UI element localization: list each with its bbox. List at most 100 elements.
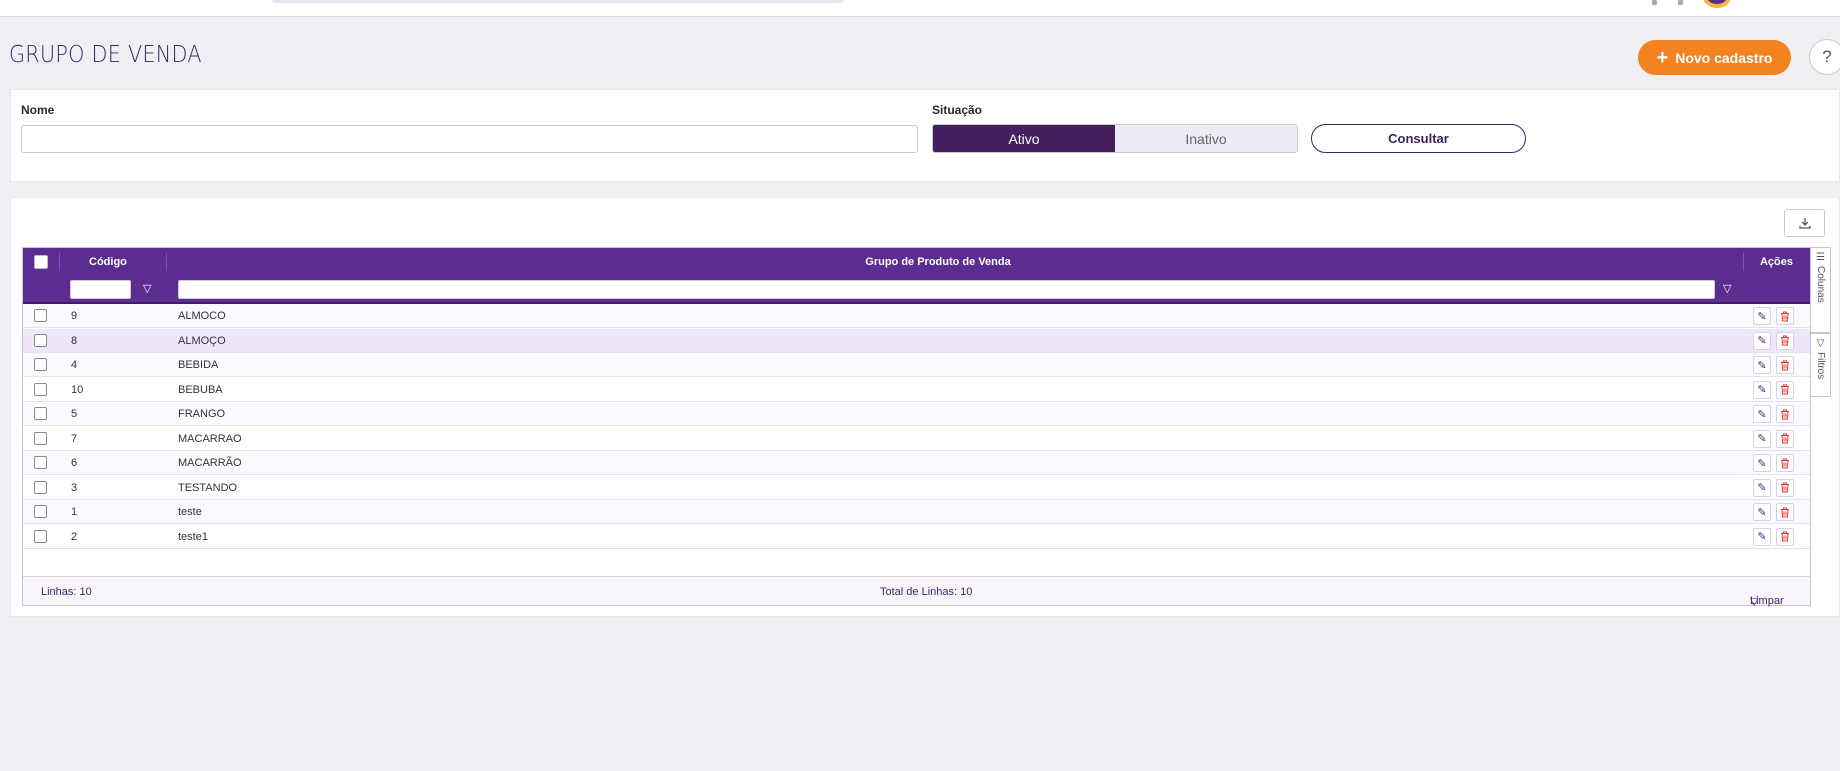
row-checkbox[interactable] xyxy=(34,382,47,396)
pencil-icon: ✎ xyxy=(1757,531,1767,543)
row-checkbox[interactable] xyxy=(34,505,47,518)
edit-button[interactable]: ✎ xyxy=(1753,429,1771,448)
table-row[interactable]: 5 FRANGO ✎ xyxy=(23,402,1810,426)
row-name: TESTANDO xyxy=(178,481,238,494)
table-row[interactable]: 10 BEBUBA ✎ xyxy=(23,377,1810,402)
row-checkbox[interactable] xyxy=(34,358,47,371)
table-row[interactable]: 6 MACARRÃO ✎ xyxy=(23,451,1810,475)
row-checkbox[interactable] xyxy=(34,480,47,494)
table-row[interactable]: 8 ALMOÇO ✎ xyxy=(23,328,1810,353)
global-search-input[interactable] xyxy=(272,0,844,3)
edit-button[interactable]: ✎ xyxy=(1753,331,1771,350)
pencil-icon: ✎ xyxy=(1757,384,1767,396)
table-row[interactable]: 7 MACARRAO ✎ xyxy=(23,426,1810,451)
filters-tab[interactable]: ▽ Filtros xyxy=(1811,333,1831,397)
row-code: 2 xyxy=(71,530,78,543)
new-record-button[interactable]: + Novo cadastro xyxy=(1638,40,1791,75)
export-button[interactable] xyxy=(1784,209,1825,237)
row-name: MACARRAO xyxy=(178,432,242,445)
edit-button[interactable]: ✎ xyxy=(1753,307,1771,325)
pencil-icon: ✎ xyxy=(1757,433,1767,445)
select-all-checkbox[interactable] xyxy=(34,255,48,269)
delete-button[interactable] xyxy=(1776,331,1794,350)
pencil-icon: ✎ xyxy=(1757,482,1767,494)
name-input[interactable] xyxy=(21,125,918,153)
row-code: 3 xyxy=(71,481,78,494)
data-grid: Código Grupo de Produto de Venda Ações ▽… xyxy=(22,247,1811,608)
delete-button[interactable] xyxy=(1776,503,1794,521)
situation-option-ativo[interactable]: Ativo xyxy=(933,125,1115,152)
side-tool-panel: ☰ Colunas ▽ Filtros xyxy=(1811,247,1831,397)
columns-icon: ☰ xyxy=(1816,252,1825,263)
row-checkbox[interactable] xyxy=(34,333,47,347)
edit-button[interactable]: ✎ xyxy=(1753,380,1771,399)
row-code: 7 xyxy=(71,432,78,445)
row-checkbox[interactable] xyxy=(34,529,47,543)
delete-button[interactable] xyxy=(1776,527,1794,546)
delete-button[interactable] xyxy=(1776,307,1794,325)
pencil-icon: ✎ xyxy=(1757,310,1767,323)
edit-button[interactable]: ✎ xyxy=(1753,527,1771,546)
column-header-name[interactable]: Grupo de Produto de Venda xyxy=(166,248,1710,276)
edit-button[interactable]: ✎ xyxy=(1753,454,1771,472)
table-row[interactable]: 3 TESTANDO ✎ xyxy=(23,475,1810,500)
grid-filter-row: ▽ ▽ xyxy=(23,276,1810,304)
edit-button[interactable]: ✎ xyxy=(1753,503,1771,521)
trash-icon xyxy=(1781,360,1789,370)
pencil-icon: ✎ xyxy=(1757,506,1767,519)
columns-tab[interactable]: ☰ Colunas xyxy=(1811,247,1831,333)
trash-icon xyxy=(1781,482,1789,493)
page-title: GRUPO DE VENDA xyxy=(9,42,202,68)
delete-button[interactable] xyxy=(1776,380,1794,399)
row-code: 6 xyxy=(71,457,78,469)
row-checkbox[interactable] xyxy=(34,309,47,322)
top-bar xyxy=(0,0,1840,17)
name-filter-input[interactable] xyxy=(178,280,1715,299)
clear-filters-label: Limpar xyxy=(1750,595,1784,607)
table-row[interactable]: 1 teste ✎ xyxy=(23,500,1810,524)
row-name: MACARRÃO xyxy=(178,457,242,469)
trash-icon xyxy=(1781,433,1789,444)
avatar[interactable] xyxy=(1703,0,1731,8)
trash-icon xyxy=(1781,531,1789,542)
trash-icon xyxy=(1781,409,1789,419)
results-panel: Código Grupo de Produto de Venda Ações ▽… xyxy=(10,197,1840,617)
situation-option-inativo[interactable]: Inativo xyxy=(1115,125,1297,152)
edit-button[interactable]: ✎ xyxy=(1753,405,1771,423)
name-filter-icon[interactable]: ▽ xyxy=(1723,282,1731,295)
row-code: 1 xyxy=(71,506,78,518)
pencil-icon: ✎ xyxy=(1757,335,1767,347)
situation-toggle[interactable]: Ativo Inativo xyxy=(932,124,1298,153)
column-header-actions: Ações xyxy=(1759,256,1794,268)
delete-button[interactable] xyxy=(1776,405,1794,423)
help-button[interactable]: ? xyxy=(1809,39,1840,75)
row-name: teste xyxy=(178,506,202,518)
edit-button[interactable]: ✎ xyxy=(1753,356,1771,374)
trash-icon xyxy=(1781,458,1789,468)
table-row[interactable]: 2 teste1 ✎ xyxy=(23,524,1810,549)
trash-icon xyxy=(1781,507,1789,517)
edit-button[interactable]: ✎ xyxy=(1753,478,1771,497)
consult-button[interactable]: Consultar xyxy=(1311,124,1526,153)
code-filter-icon[interactable]: ▽ xyxy=(143,282,151,295)
total-rows-count: Total de Linhas: 10 xyxy=(880,586,973,598)
table-row[interactable]: 9 ALMOCO ✎ xyxy=(23,304,1810,328)
row-checkbox[interactable] xyxy=(34,407,47,420)
table-row[interactable]: 4 BEBIDA ✎ xyxy=(23,353,1810,377)
delete-button[interactable] xyxy=(1776,478,1794,497)
delete-button[interactable] xyxy=(1776,454,1794,472)
messages-icon[interactable] xyxy=(1678,0,1683,5)
delete-button[interactable] xyxy=(1776,429,1794,448)
delete-button[interactable] xyxy=(1776,356,1794,374)
name-label: Nome xyxy=(21,103,55,117)
filter-icon: ▽ xyxy=(1816,338,1825,349)
row-checkbox[interactable] xyxy=(34,456,47,469)
download-icon xyxy=(1798,218,1811,229)
row-checkbox[interactable] xyxy=(34,431,47,445)
column-header-code[interactable]: Código xyxy=(89,248,127,276)
grid-footer: Linhas: 10 Total de Linhas: 10 ▽ Limpar xyxy=(23,576,1810,608)
notification-icon[interactable] xyxy=(1652,0,1657,5)
filter-panel: Nome Situação Ativo Inativo Consultar xyxy=(10,89,1840,182)
code-filter-input[interactable] xyxy=(70,280,131,299)
pencil-icon: ✎ xyxy=(1757,457,1767,470)
